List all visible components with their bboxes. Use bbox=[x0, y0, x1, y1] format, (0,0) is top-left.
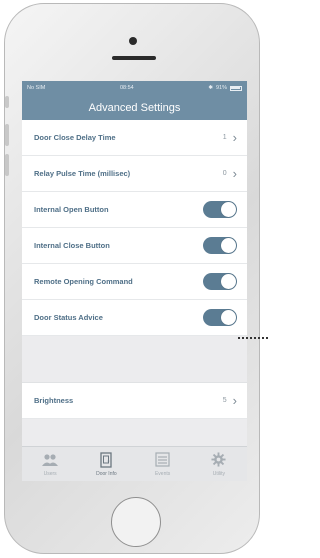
section-spacer bbox=[22, 336, 247, 383]
tab-events[interactable]: Events bbox=[138, 447, 188, 477]
setting-label: Door Status Advice bbox=[34, 313, 103, 322]
home-button[interactable] bbox=[111, 497, 161, 547]
chevron-right-icon: › bbox=[232, 130, 237, 145]
clock: 08:54 bbox=[119, 85, 134, 91]
tab-label: Utility bbox=[212, 471, 225, 477]
tab-bar: Users Door Info Events Utility bbox=[22, 446, 247, 481]
battery-percent: 91% bbox=[215, 85, 227, 91]
carrier-label: No SIM bbox=[27, 85, 46, 91]
setting-label: Internal Close Button bbox=[34, 241, 110, 250]
internal-close-toggle[interactable] bbox=[203, 237, 237, 254]
status-right: ✱ 91% bbox=[208, 85, 242, 91]
tab-users[interactable]: Users bbox=[25, 447, 75, 477]
tab-label: Users bbox=[43, 471, 57, 477]
list-icon bbox=[155, 451, 170, 468]
toggle-knob bbox=[221, 274, 236, 289]
chevron-right-icon: › bbox=[232, 166, 237, 181]
setting-row-remote-opening: Remote Opening Command bbox=[22, 264, 247, 300]
setting-row-internal-close: Internal Close Button bbox=[22, 228, 247, 264]
nav-bar: Advanced Settings bbox=[22, 95, 247, 120]
setting-row-internal-open: Internal Open Button bbox=[22, 192, 247, 228]
battery-icon bbox=[229, 85, 242, 91]
toggle-knob bbox=[221, 202, 236, 217]
setting-row-door-status: Door Status Advice bbox=[22, 300, 247, 336]
status-bar: No SIM 08:54 ✱ 91% bbox=[22, 81, 247, 95]
toggle-knob bbox=[221, 310, 236, 325]
setting-label: Door Close Delay Time bbox=[34, 133, 116, 142]
door-status-toggle[interactable] bbox=[203, 309, 237, 326]
volume-up-button bbox=[5, 124, 9, 146]
front-camera bbox=[129, 37, 137, 45]
tab-label: Door Info bbox=[96, 471, 117, 477]
setting-value: 0 bbox=[222, 170, 227, 177]
earpiece-speaker bbox=[112, 56, 156, 60]
internal-open-toggle[interactable] bbox=[203, 201, 237, 218]
toggle-knob bbox=[221, 238, 236, 253]
chevron-right-icon: › bbox=[232, 393, 237, 408]
setting-value: 5 bbox=[222, 397, 227, 404]
tab-door-info[interactable]: Door Info bbox=[81, 447, 131, 477]
tab-utility[interactable]: Utility bbox=[194, 447, 244, 477]
tab-label: Events bbox=[154, 471, 171, 477]
callout-dotted-line bbox=[238, 337, 268, 339]
setting-label: Internal Open Button bbox=[34, 205, 109, 214]
page-title: Advanced Settings bbox=[88, 101, 181, 114]
gear-icon bbox=[211, 451, 226, 468]
volume-down-button bbox=[5, 154, 9, 176]
setting-row-relay-pulse[interactable]: Relay Pulse Time (millisec) 0 › bbox=[22, 156, 247, 192]
setting-label: Remote Opening Command bbox=[34, 277, 133, 286]
setting-row-brightness[interactable]: Brightness 5 › bbox=[22, 383, 247, 419]
setting-row-door-close-delay[interactable]: Door Close Delay Time 1 › bbox=[22, 120, 247, 156]
users-icon bbox=[42, 451, 59, 468]
bluetooth-icon: ✱ bbox=[208, 85, 213, 91]
setting-label: Brightness bbox=[34, 396, 74, 405]
mute-switch bbox=[5, 96, 9, 108]
app-screen: No SIM 08:54 ✱ 91% Advanced Settings Doo… bbox=[22, 81, 247, 481]
setting-value: 1 bbox=[222, 134, 227, 141]
door-icon bbox=[100, 451, 113, 468]
setting-label: Relay Pulse Time (millisec) bbox=[34, 169, 131, 178]
remote-opening-toggle[interactable] bbox=[203, 273, 237, 290]
